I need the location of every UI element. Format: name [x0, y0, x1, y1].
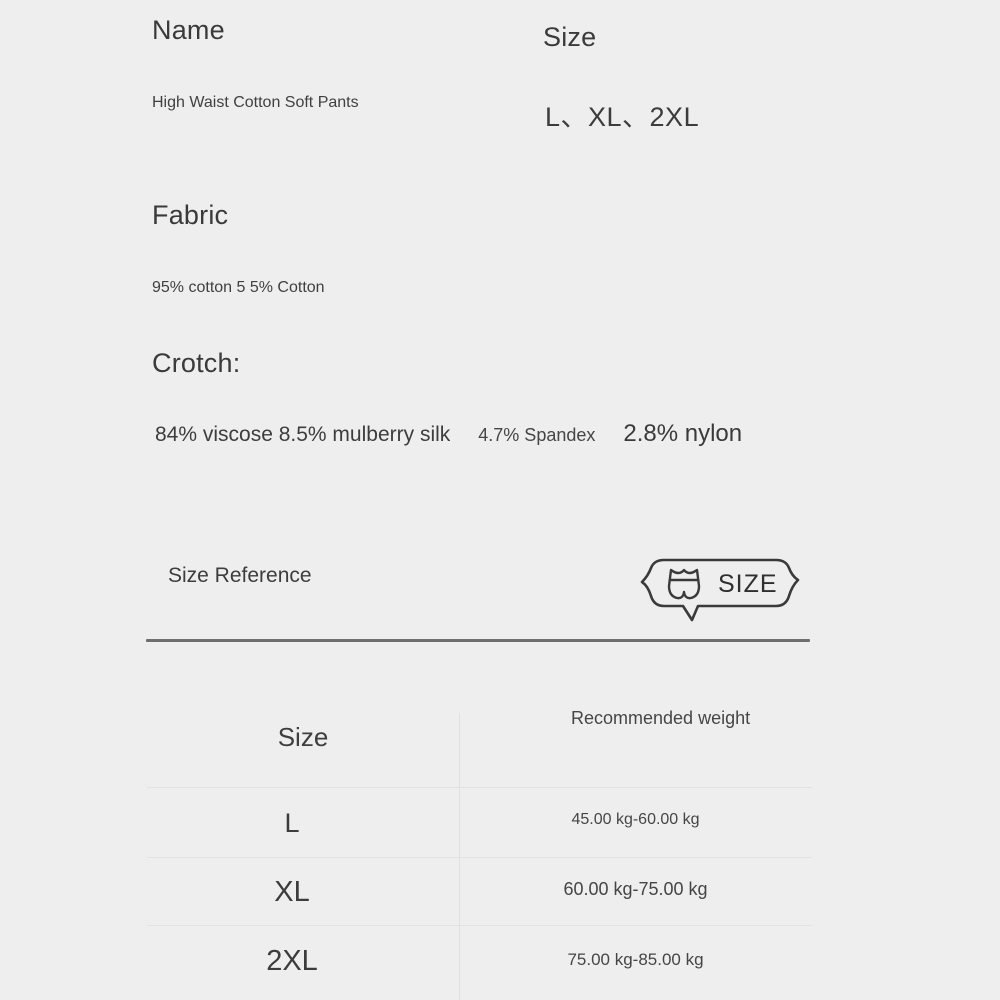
table-cell-weight: 75.00 kg-85.00 kg	[567, 950, 704, 969]
product-name-value: High Waist Cotton Soft Pants	[152, 94, 359, 111]
size-reference-table: Size Recommended weight L 45.00 kg-60.00…	[147, 690, 812, 1000]
badge-text: SIZE	[718, 570, 778, 598]
size-reference-label: Size Reference	[168, 564, 312, 587]
fabric-heading: Fabric	[152, 200, 229, 230]
size-options-value: L、XL、2XL	[545, 102, 700, 132]
underwear-icon	[667, 568, 701, 600]
table-cell-size: XL	[274, 876, 310, 908]
table-cell-size: 2XL	[266, 945, 318, 977]
table-cell-size: L	[284, 808, 300, 838]
name-heading: Name	[152, 15, 225, 45]
table-row-divider	[147, 857, 812, 858]
crotch-composition-part-3: 2.8% nylon	[623, 420, 743, 447]
fabric-value: 95% cotton 5 5% Cotton	[152, 279, 325, 296]
table-cell-weight: 60.00 kg-75.00 kg	[563, 879, 708, 899]
product-detail-page: Name High Waist Cotton Soft Pants Size L…	[0, 0, 1000, 1000]
table-header-recommended-weight: Recommended weight	[571, 708, 751, 728]
crotch-composition-part-1: 84% viscose 8.5% mulberry silk	[155, 423, 451, 446]
table-cell-weight: 45.00 kg-60.00 kg	[571, 811, 700, 828]
table-row-divider	[147, 925, 812, 926]
table-row-divider	[147, 787, 812, 788]
crotch-composition: 84% viscose 8.5% mulberry silk 4.7% Span…	[155, 420, 742, 448]
crotch-composition-part-2: 4.7% Spandex	[478, 425, 596, 445]
table-header-size: Size	[277, 722, 329, 752]
crotch-heading: Crotch:	[152, 348, 241, 378]
size-badge: SIZE	[636, 552, 804, 630]
size-heading: Size	[543, 22, 597, 52]
section-divider	[146, 639, 810, 642]
